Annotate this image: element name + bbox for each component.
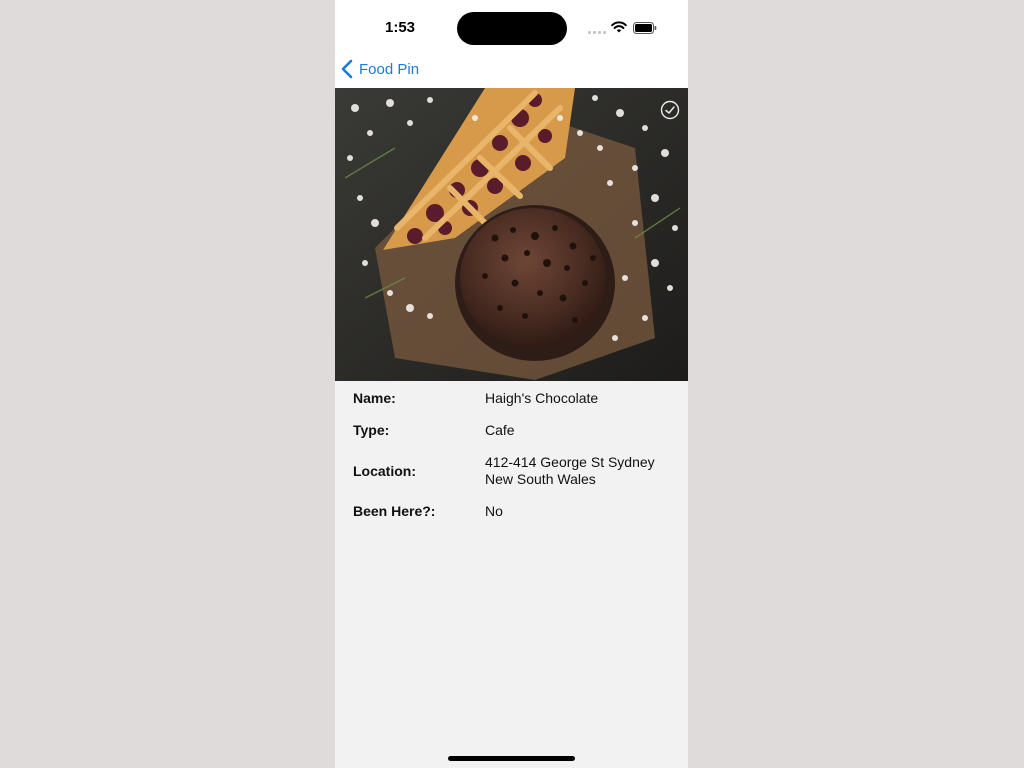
restaurant-photo	[335, 88, 688, 381]
detail-label: Name:	[353, 390, 396, 406]
status-time: 1:53	[385, 19, 416, 36]
wifi-icon	[611, 21, 627, 33]
detail-value: Haigh's Chocolate	[485, 390, 599, 406]
detail-value: 412-414 George St Sydney	[485, 454, 655, 470]
home-indicator[interactable]	[448, 756, 575, 761]
battery-icon	[633, 22, 657, 34]
detail-label: Been Here?:	[353, 503, 436, 519]
phone-screen: 1:53 Food Pin Name: Haigh's Chocolate Ty…	[335, 0, 688, 768]
detail-label: Type:	[353, 422, 390, 438]
food-image	[335, 88, 688, 381]
detail-value: No	[485, 503, 503, 519]
checkmark-circle-icon[interactable]	[660, 100, 680, 120]
detail-value: Cafe	[485, 422, 515, 438]
chevron-left-icon	[341, 59, 353, 79]
detail-label: Location:	[353, 463, 416, 479]
back-button-label: Food Pin	[359, 60, 420, 78]
navigation-bar: Food Pin	[335, 50, 688, 88]
status-bar: 1:53	[335, 0, 688, 50]
back-button[interactable]: Food Pin	[341, 56, 419, 82]
dynamic-island	[457, 12, 567, 45]
cellular-signal-icon	[588, 30, 606, 34]
detail-value-line2: New South Wales	[485, 471, 596, 487]
